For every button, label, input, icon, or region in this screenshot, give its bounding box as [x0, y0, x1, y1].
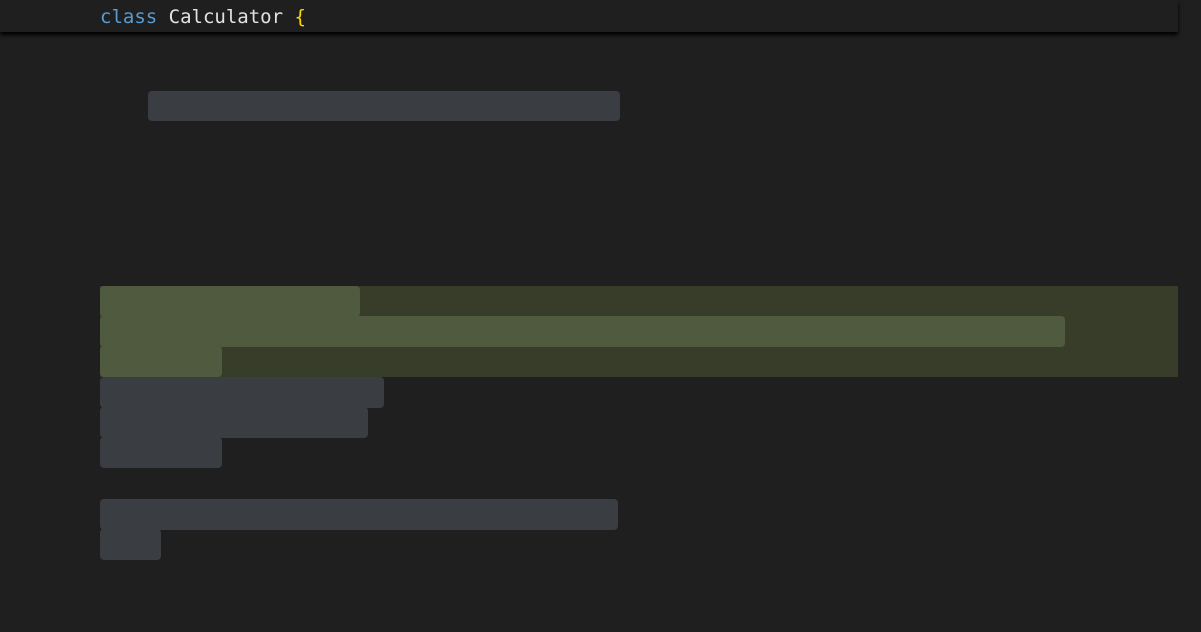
selection-highlight — [100, 346, 222, 377]
selection-highlight — [100, 377, 384, 408]
selection-highlight — [100, 286, 360, 317]
selection-highlight — [100, 316, 1065, 347]
sticky-code-line: class Calculator { — [100, 6, 306, 28]
selection-highlight — [100, 529, 161, 560]
selection-highlight — [148, 91, 620, 121]
code-editor[interactable]: class Calculator { — [0, 0, 1178, 632]
sticky-scroll-header[interactable]: class Calculator { — [0, 0, 1178, 32]
selection-highlight — [100, 437, 222, 468]
selection-highlight — [100, 407, 368, 438]
selection-highlight — [100, 499, 618, 530]
